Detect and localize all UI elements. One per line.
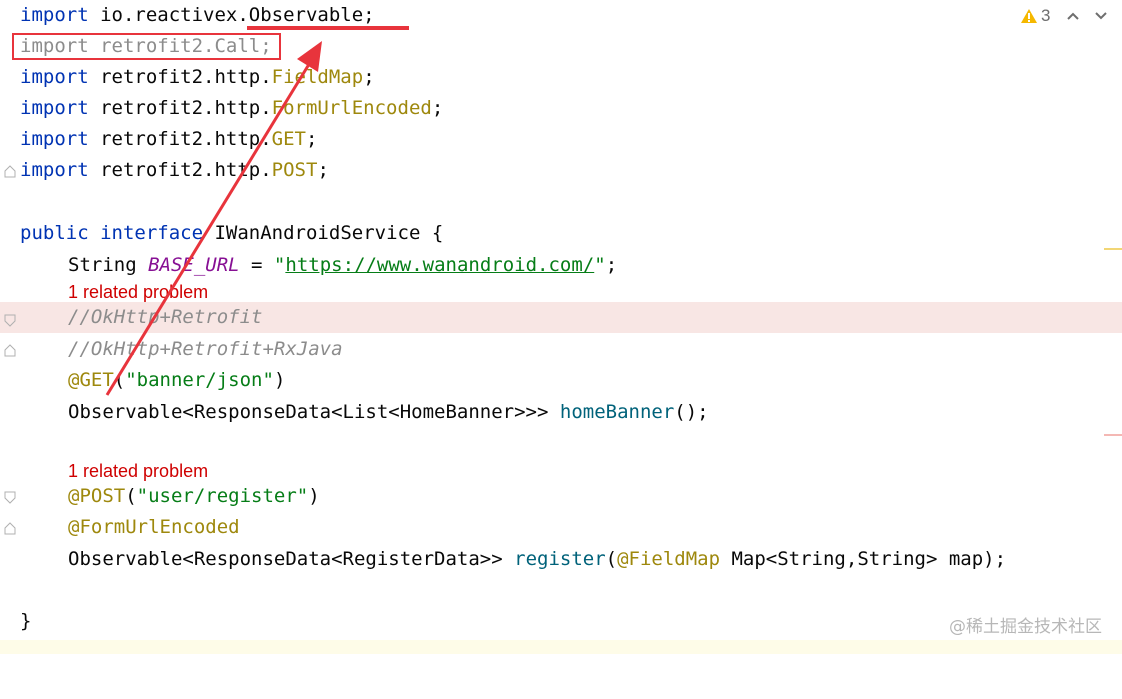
watermark: @稀土掘金技术社区	[949, 617, 1102, 637]
annotation-arrow	[105, 41, 322, 396]
